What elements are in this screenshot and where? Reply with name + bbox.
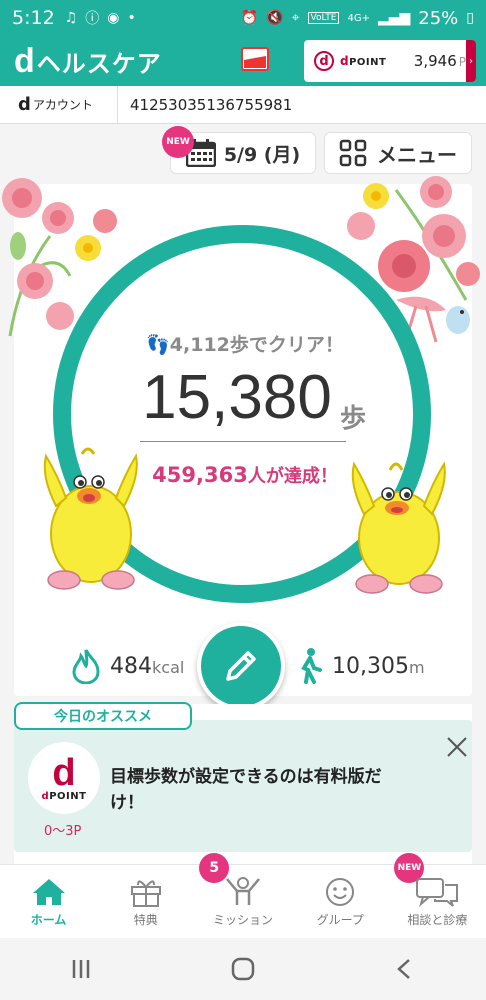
grid-menu-icon [339,139,367,167]
new-badge: NEW [162,126,194,158]
date-label: 5/9 (月) [223,143,301,166]
home-icon [32,879,65,905]
gift-icon [130,880,161,907]
app-header: d ヘルスケア d dPOINT 3,946 P › [0,36,486,86]
achievers-count: 459,363人が達成！ [152,463,338,487]
card-icon[interactable] [240,44,270,74]
nav-label: 特典 [133,913,158,927]
divider [140,441,346,442]
distance-value: 10,305 [332,653,409,679]
recommend-text: 目標歩数が設定できるのは有料版だけ！ [110,767,382,813]
nav-label: ミッション [213,913,274,927]
status-time: 5:12 [12,7,55,29]
battery-percent: 25% [418,7,459,29]
flame-icon [72,649,100,684]
status-system-icons: ⏰ 🔇 ⌖ VoLTE 4G+ ▂▄▆ 25% ▯ [241,8,474,29]
app-icon: ◉ [107,10,120,26]
signal-icon: ▂▄▆ [377,10,411,26]
brand-d: d [14,41,35,80]
alarm-icon: ⏰ [240,10,259,26]
edit-button[interactable] [197,622,285,710]
account-label: d アカウント [0,85,118,124]
pencil-icon [226,651,256,681]
back-icon[interactable] [393,957,417,981]
dpoint-balance-button[interactable]: d dPOINT 3,946 P › [304,40,476,82]
close-icon[interactable] [444,734,470,760]
distance-stat: 10,305m [296,648,425,684]
mute-icon: 🔇 [266,10,284,26]
calories-stat: 484kcal [70,648,184,684]
location-icon: ⌖ [291,10,300,26]
nav-consult[interactable]: 相談と診療 [389,865,486,938]
nav-label: 相談と診療 [407,913,468,927]
nav-label: ホーム [30,913,67,927]
chick-mascot-right [351,461,446,594]
nav-label: グループ [316,913,364,927]
footprints-icon: 👣 [146,334,170,356]
recent-apps-icon[interactable] [69,958,93,980]
menu-label: メニュー [377,142,457,167]
calories-value: 484 [110,653,152,679]
notification-icon: ♫ [64,10,78,26]
account-id: 41253035136755981 [130,95,293,114]
dot-icon: • [127,10,136,26]
system-nav [0,938,486,1000]
info-icon: ⓘ [85,11,100,27]
app-logo: d ヘルスケア [14,42,162,81]
nav-benefits[interactable]: 5 特典 [97,853,230,938]
nav-group[interactable]: グループ [292,865,389,938]
walking-icon [301,648,322,684]
dpoint-value: 3,946 P [413,52,466,70]
menu-button[interactable]: メニュー [324,132,472,174]
dpoint-label: dPOINT [340,54,387,68]
goal-text: 👣4,112歩でクリア！ [146,334,344,356]
nav-mission[interactable]: NEW ミッション [194,853,425,938]
network-label: 4G+ [347,12,370,24]
chevron-right-icon: › [466,40,476,82]
smile-icon [326,878,355,906]
recommend-tag: 今日のオススメ [14,702,192,730]
distance-unit: m [408,657,425,677]
chat-icon [416,878,459,907]
volte-label: VoLTE [307,12,340,24]
battery-icon: ▯ [466,10,474,26]
step-unit: 歩 [340,404,367,434]
home-button-icon[interactable] [231,957,255,981]
step-count: 15,380 [142,363,332,432]
bottom-nav: ホーム 5 特典 NEW ミッション グループ 相談と診療 [0,853,486,938]
status-notification-icons: ♫ ⓘ ◉ • [65,8,136,28]
status-bar: 5:12 ♫ ⓘ ◉ • ⏰ 🔇 ⌖ VoLTE 4G+ ▂▄▆ 25% ▯ [0,0,486,36]
brand-text: ヘルスケア [36,49,162,78]
person-cheer-icon [226,877,260,905]
chick-mascot-left [43,447,138,590]
account-row: d アカウント 41253035136755981 [0,85,486,124]
calories-unit: kcal [152,657,185,677]
dpoint-logo: d dPOINT [28,742,100,814]
nav-home[interactable]: ホーム [0,865,97,938]
dpoint-logo-icon: d [314,51,334,71]
recommend-points: 0〜3P [44,824,82,839]
